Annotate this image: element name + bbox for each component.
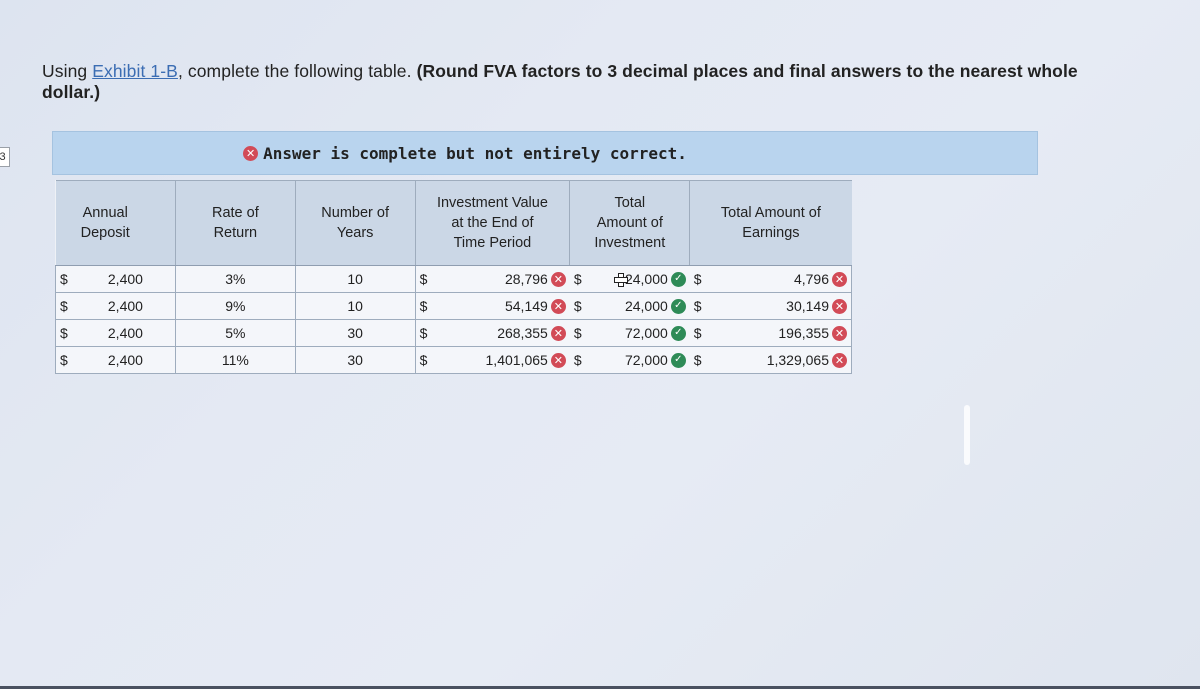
rate-cell[interactable]: 5% (175, 319, 296, 347)
deposit-cell[interactable]: $2,400 (55, 319, 176, 347)
currency-symbol: $ (693, 325, 702, 341)
years-value: 10 (347, 298, 363, 314)
years-cell[interactable]: 30 (295, 319, 416, 347)
rate-cell[interactable]: 3% (175, 265, 296, 293)
total-investment-value: 72,000 (624, 325, 668, 341)
rate-value: 9% (225, 298, 246, 314)
years-cell[interactable]: 30 (295, 346, 416, 374)
deposit-value: 2,400 (107, 298, 143, 314)
rate-value: 3% (225, 271, 246, 287)
total-investment-cell[interactable]: $72,000 ✓ (569, 346, 690, 374)
screen-glare (964, 405, 970, 465)
currency-symbol: $ (60, 352, 68, 368)
table-row: $2,400 11% 30 $1,401,065 ✕ $72,000 ✓ $1,329,065… (55, 346, 852, 374)
currency-symbol: $ (419, 298, 428, 314)
total-earnings-cell[interactable]: $4,796 ✕ (689, 265, 852, 293)
currency-symbol: $ (693, 352, 702, 368)
years-cell[interactable]: 10 (295, 292, 416, 320)
years-value: 30 (347, 352, 363, 368)
rate-value: 11% (221, 352, 249, 368)
years-cell[interactable]: 10 (295, 265, 416, 293)
total-investment-cell[interactable]: $24,000 ✓ (569, 292, 690, 320)
cursor-crosshair-icon (613, 273, 628, 287)
investment-value: 28,796 (504, 271, 548, 287)
investment-value-cell[interactable]: $54,149 ✕ (415, 292, 570, 320)
total-investment-value: 24,000 (624, 298, 668, 314)
instruction-text: Using Exhibit 1-B, complete the followin… (42, 61, 1132, 103)
exhibit-link[interactable]: Exhibit 1-B (92, 61, 178, 81)
x-circle-icon: ✕ (832, 298, 847, 314)
currency-symbol: $ (573, 352, 582, 368)
header-investment-value: Investment Value at the End of Time Peri… (415, 180, 571, 266)
total-earnings-value: 4,796 (793, 271, 829, 287)
instruction-middle: , complete the following table. (177, 61, 417, 81)
currency-symbol: $ (60, 325, 68, 341)
rate-value: 5% (225, 325, 246, 341)
currency-symbol: $ (419, 325, 428, 341)
check-circle-icon: ✓ (670, 271, 686, 287)
result-banner: ✕ Answer is complete but not entirely co… (52, 131, 1038, 175)
x-circle-icon: ✕ (550, 271, 566, 287)
years-value: 10 (347, 271, 363, 287)
deposit-cell[interactable]: $2,400 (55, 292, 176, 320)
header-annual-deposit: Annual Deposit (55, 180, 176, 266)
check-circle-icon: ✓ (670, 352, 686, 368)
table-row: $2,400 3% 10 $28,796 ✕ $24,000 ✓ $4,796 ✕ (55, 265, 852, 293)
investment-value-cell[interactable]: $268,355 ✕ (415, 319, 570, 347)
total-earnings-cell[interactable]: $1,329,065 ✕ (689, 346, 852, 374)
investment-value: 268,355 (497, 325, 548, 341)
total-earnings-value: 196,355 (778, 325, 829, 341)
investment-value-cell[interactable]: $28,796 ✕ (415, 265, 570, 293)
header-number-of-years: Number of Years (295, 180, 416, 266)
question-number: 3 (0, 147, 10, 167)
x-circle-icon: ✕ (832, 271, 847, 287)
currency-symbol: $ (573, 298, 582, 314)
deposit-cell[interactable]: $2,400 (55, 265, 176, 293)
total-investment-value: 72,000 (624, 352, 668, 368)
currency-symbol: $ (693, 298, 702, 314)
investment-value-cell[interactable]: $1,401,065 ✕ (415, 346, 570, 374)
rate-cell[interactable]: 9% (175, 292, 296, 320)
x-circle-icon: ✕ (550, 352, 566, 368)
table-header-row: Annual Deposit Rate of Return Number of … (55, 180, 852, 266)
currency-symbol: $ (573, 271, 582, 287)
currency-symbol: $ (60, 271, 68, 287)
currency-symbol: $ (419, 352, 428, 368)
total-investment-cell[interactable]: $24,000 ✓ (569, 265, 690, 293)
check-circle-icon: ✓ (670, 325, 686, 341)
total-investment-value: 24,000 (624, 271, 668, 287)
rate-cell[interactable]: 11% (175, 346, 296, 374)
investment-value: 54,149 (504, 298, 548, 314)
result-banner-text: Answer is complete but not entirely corr… (263, 143, 687, 163)
currency-symbol: $ (693, 271, 702, 287)
deposit-value: 2,400 (107, 271, 143, 287)
x-circle-icon: ✕ (832, 325, 847, 341)
currency-symbol: $ (419, 271, 428, 287)
currency-symbol: $ (60, 298, 68, 314)
header-rate-of-return: Rate of Return (175, 180, 296, 266)
answer-table: Annual Deposit Rate of Return Number of … (55, 180, 852, 374)
x-circle-icon: ✕ (550, 325, 566, 341)
total-earnings-value: 30,149 (786, 298, 829, 314)
deposit-value: 2,400 (107, 352, 143, 368)
instruction-prefix: Using (42, 61, 93, 81)
check-circle-icon: ✓ (670, 298, 686, 314)
deposit-value: 2,400 (107, 325, 143, 341)
total-earnings-cell[interactable]: $196,355 ✕ (689, 319, 852, 347)
total-earnings-cell[interactable]: $30,149 ✕ (689, 292, 852, 320)
currency-symbol: $ (573, 325, 582, 341)
x-circle-icon: ✕ (243, 145, 259, 161)
table-row: $2,400 9% 10 $54,149 ✕ $24,000 ✓ $30,149 ✕ (55, 292, 852, 320)
total-earnings-value: 1,329,065 (766, 352, 829, 368)
x-circle-icon: ✕ (832, 352, 847, 368)
x-circle-icon: ✕ (550, 298, 566, 314)
table-row: $2,400 5% 30 $268,355 ✕ $72,000 ✓ $196,355 ✕ (55, 319, 852, 347)
total-investment-cell[interactable]: $72,000 ✓ (569, 319, 690, 347)
years-value: 30 (347, 325, 363, 341)
investment-value: 1,401,065 (485, 352, 548, 368)
header-total-investment: Total Amount of Investment (569, 180, 691, 266)
header-total-earnings: Total Amount of Earnings (689, 180, 852, 266)
deposit-cell[interactable]: $2,400 (55, 346, 176, 374)
